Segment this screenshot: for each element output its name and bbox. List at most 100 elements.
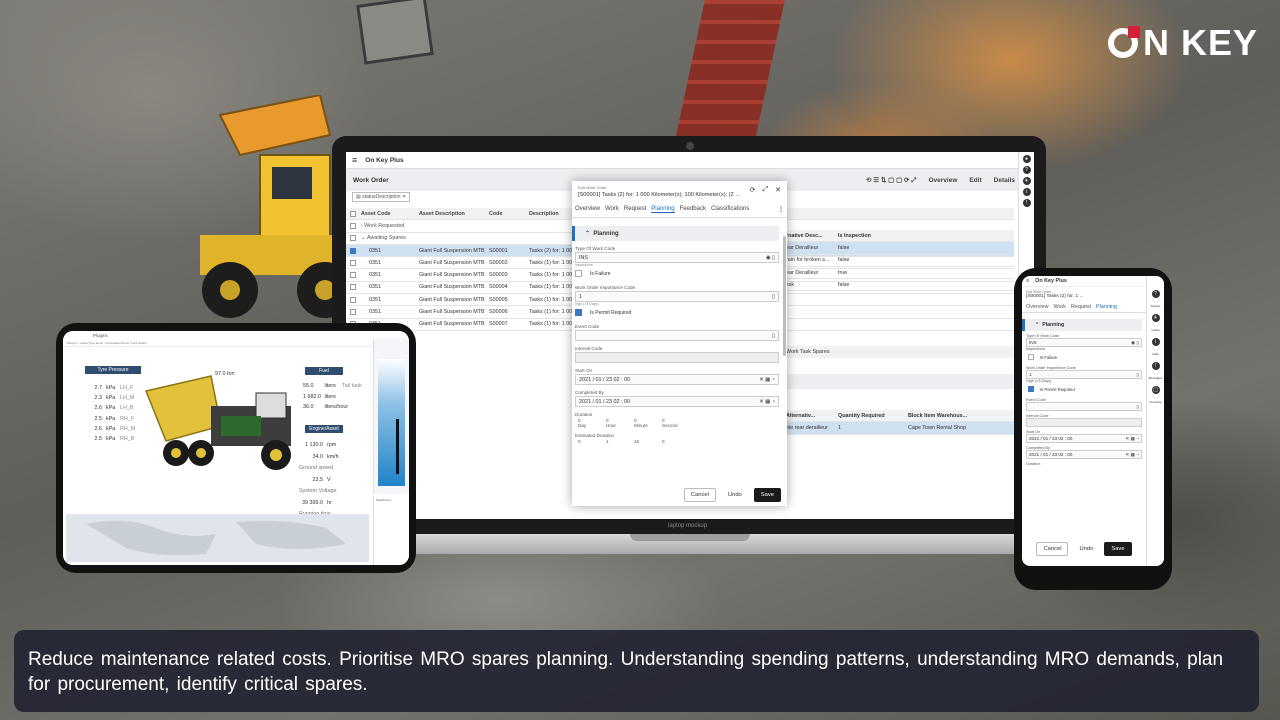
- messages-icon[interactable]: !: [1022, 199, 1031, 207]
- lookup-icon[interactable]: ▯: [772, 294, 775, 300]
- tab-feedback[interactable]: Feedback: [680, 206, 706, 213]
- completed-by-input[interactable]: 2021 / 01 / 23 02 : 00 ✕ ▦ ◔: [575, 396, 779, 407]
- breadcrumb[interactable]: Plugins > Asset Type Items > Articulated…: [63, 340, 372, 347]
- undo-button[interactable]: Undo: [721, 489, 748, 501]
- phone-importance-input[interactable]: 1 ▯: [1026, 370, 1142, 379]
- guide-icon[interactable]: ☀: [1022, 177, 1031, 185]
- col-alternative[interactable]: Alternativ...: [786, 413, 838, 419]
- phone-start-input[interactable]: 2021 / 01 / 23 02 : 00 ✕ ▦ ◔: [1026, 434, 1142, 443]
- lookup-icon[interactable]: ◉ ▯: [1131, 340, 1139, 346]
- planning-section-header[interactable]: ⌃ Planning: [572, 226, 779, 241]
- dialog-scrollbar[interactable]: [783, 236, 786, 356]
- row-checkbox[interactable]: [350, 309, 356, 316]
- user-icon[interactable]: ●: [1022, 155, 1031, 163]
- cancel-button[interactable]: Cancel: [683, 488, 716, 502]
- tab-overview[interactable]: Overview: [1026, 304, 1048, 310]
- row-checkbox[interactable]: [350, 296, 356, 303]
- menu-icon[interactable]: ≡: [352, 155, 357, 165]
- help-icon[interactable]: i: [1022, 188, 1031, 196]
- compare-icon[interactable]: ▢: [1151, 386, 1160, 394]
- tab-overview[interactable]: Overview: [575, 206, 600, 213]
- tab-classifications[interactable]: Classifications: [711, 206, 749, 213]
- phone-is-permit-checkbox[interactable]: Is Permit Required: [1022, 383, 1146, 395]
- row-checkbox[interactable]: [350, 235, 356, 242]
- phone-type-input[interactable]: INS ◉ ▯: [1026, 338, 1142, 347]
- phone-event-input[interactable]: ▯: [1026, 402, 1142, 411]
- tab-planning[interactable]: Planning: [651, 206, 675, 213]
- actions-icon[interactable]: ?: [1022, 166, 1031, 174]
- col-code[interactable]: Code: [489, 211, 529, 217]
- est-hour[interactable]: 1: [606, 439, 628, 444]
- est-minute[interactable]: 15: [634, 439, 656, 444]
- checkbox-box[interactable]: [1028, 386, 1034, 392]
- lookup-icon[interactable]: ▯: [1136, 372, 1139, 378]
- menu-icon[interactable]: ≡: [1026, 278, 1029, 284]
- col-asset-code[interactable]: Asset Code: [361, 211, 419, 217]
- phone-planning-section[interactable]: ⌃ Planning: [1022, 319, 1142, 331]
- col-asset-description[interactable]: Asset Description: [419, 211, 489, 217]
- table-row[interactable]: rain for broken s... false: [782, 255, 1014, 267]
- type-of-work-input[interactable]: INS ◉ ▯: [575, 252, 779, 263]
- edit-button[interactable]: Edit: [969, 177, 981, 184]
- lookup-icon[interactable]: ◉ ▯: [766, 255, 775, 261]
- col-is-inspection[interactable]: Is Inspection: [838, 233, 918, 239]
- estimated-duration-values[interactable]: 0 1 15 0: [575, 439, 779, 444]
- save-button[interactable]: Save: [1104, 542, 1132, 556]
- col-alt-desc[interactable]: rnative Desc...: [786, 233, 838, 239]
- more-icon[interactable]: ⋮: [778, 206, 784, 213]
- expand-icon[interactable]: ⤢: [763, 186, 769, 194]
- undo-button[interactable]: Undo: [1073, 543, 1100, 555]
- is-permit-checkbox[interactable]: Is Permit Required: [572, 306, 787, 319]
- est-day[interactable]: 0: [578, 439, 600, 444]
- save-button[interactable]: Save: [753, 488, 781, 502]
- table-row[interactable]: ear Derailleur true: [782, 267, 1014, 280]
- toolbar-icons[interactable]: ⟲ ☰ ⇅ ▢ ▢ ⟳ ⤢: [866, 176, 916, 185]
- is-failure-checkbox[interactable]: Is Failure: [572, 267, 787, 280]
- details-button[interactable]: Details: [994, 177, 1015, 184]
- select-all-checkbox[interactable]: [350, 210, 356, 217]
- date-icons[interactable]: ✕ ▦ ◔: [759, 399, 775, 405]
- date-icons[interactable]: ✕ ▦ ◔: [1125, 436, 1139, 442]
- checkbox-box[interactable]: [1028, 354, 1034, 360]
- tab-planning[interactable]: Planning: [1096, 304, 1117, 310]
- interval-code-input[interactable]: [575, 352, 779, 363]
- tab-request[interactable]: Request: [1071, 304, 1091, 310]
- close-icon[interactable]: ✕: [775, 186, 781, 194]
- row-checkbox[interactable]: [350, 272, 356, 279]
- tab-request[interactable]: Request: [624, 206, 646, 213]
- date-icons[interactable]: ✕ ▦ ◔: [1125, 452, 1139, 458]
- col-warehouse[interactable]: Block Item Warehous...: [908, 413, 967, 419]
- world-map[interactable]: [66, 514, 369, 562]
- checkbox-box[interactable]: [575, 309, 582, 316]
- status-filter-chip[interactable]: ▤ statusDescription ✕: [352, 192, 411, 202]
- actions-icon[interactable]: ?: [1151, 290, 1160, 298]
- phone-interval-input[interactable]: [1026, 418, 1142, 427]
- date-icons[interactable]: ✕ ▦ ◔: [759, 377, 775, 383]
- lookup-icon[interactable]: ▯: [1136, 404, 1139, 410]
- col-description[interactable]: Description: [529, 211, 559, 217]
- refresh-icon[interactable]: ⟳: [750, 186, 756, 194]
- tab-work[interactable]: Work: [605, 206, 619, 213]
- help-icon[interactable]: i: [1151, 338, 1160, 346]
- col-quantity[interactable]: Quantity Required: [838, 413, 908, 419]
- lookup-icon[interactable]: ▯: [772, 333, 775, 339]
- phone-completed-input[interactable]: 2021 / 01 / 23 02 : 00 ✕ ▦ ◔: [1026, 450, 1142, 459]
- event-code-input[interactable]: ▯: [575, 330, 779, 341]
- checkbox-box[interactable]: [575, 270, 582, 277]
- row-checkbox[interactable]: [350, 284, 356, 291]
- tab-work[interactable]: Work: [1053, 304, 1065, 310]
- table-row[interactable]: ole rear derailleur 1 Cape Town Rental Sho…: [782, 422, 1014, 435]
- messages-icon[interactable]: !: [1151, 362, 1160, 370]
- table-row[interactable]: ssk false: [782, 279, 1014, 292]
- start-on-input[interactable]: 2021 / 01 / 23 02 : 00 ✕ ▦ ◔: [575, 374, 779, 385]
- row-checkbox[interactable]: [350, 222, 356, 229]
- row-checkbox[interactable]: [350, 259, 356, 266]
- cancel-button[interactable]: Cancel: [1036, 542, 1069, 556]
- est-second[interactable]: 0: [662, 439, 684, 444]
- phone-is-failure-checkbox[interactable]: Is Failure: [1022, 351, 1146, 363]
- guide-icon[interactable]: ☀: [1151, 314, 1160, 322]
- row-checkbox[interactable]: [350, 247, 356, 254]
- table-row[interactable]: ear Derailleur false: [782, 242, 1014, 255]
- importance-input[interactable]: 1 ▯: [575, 291, 779, 302]
- overview-button[interactable]: Overview: [928, 177, 957, 184]
